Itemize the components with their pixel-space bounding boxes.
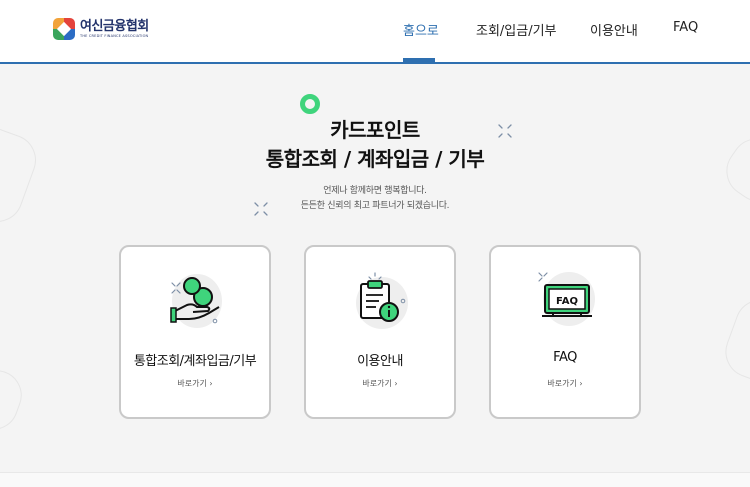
card-title: 통합조회/계좌입금/기부 [133, 354, 257, 369]
card-usage-guide[interactable]: 이용안내 바로가기 › [304, 245, 456, 419]
hero-title-line2: 통합조회 / 계좌입금 / 기부 [265, 147, 485, 171]
hero-subtitle-line1: 언제나 함께하면 행복합니다. [323, 186, 427, 196]
green-ring-icon [300, 94, 320, 114]
hero-title-line1: 카드포인트 [330, 118, 420, 142]
svg-text:FAQ: FAQ [556, 296, 578, 307]
card-shortcut-link[interactable]: 바로가기 › [306, 378, 454, 389]
background-shape-right-bottom [718, 292, 750, 388]
site-logo[interactable]: 여신금융협회 THE CREDIT FINANCE ASSOCIATION [53, 18, 149, 40]
nav-usage-guide[interactable]: 이용안내 [590, 20, 638, 39]
nav-inquiry-deposit-donation[interactable]: 조회/입금/기부 [476, 20, 557, 39]
card-inquiry-deposit-donation[interactable]: 통합조회/계좌입금/기부 바로가기 › [119, 245, 271, 419]
logo-mark-icon [53, 18, 75, 40]
card-shortcut-link[interactable]: 바로가기 › [491, 378, 639, 389]
logo-subtitle: THE CREDIT FINANCE ASSOCIATION [80, 33, 149, 38]
clipboard-info-icon [352, 271, 412, 331]
card-title: 이용안내 [357, 354, 403, 369]
footer-divider [0, 472, 750, 487]
card-faq[interactable]: FAQ FAQ 바로가기 › [489, 245, 641, 419]
nav-home[interactable]: 홈으로 [403, 20, 439, 39]
faq-board-icon: FAQ [537, 271, 597, 331]
hero-subtitle-line2: 든든한 신뢰의 최고 파트너가 되겠습니다. [300, 201, 450, 211]
nav-active-underline [403, 58, 435, 62]
logo-name: 여신금융협회 [80, 18, 149, 34]
nav-faq[interactable]: FAQ [673, 20, 698, 35]
card-title: FAQ [553, 350, 577, 365]
card-shortcut-link[interactable]: 바로가기 › [121, 378, 269, 389]
coin-hand-icon [167, 271, 227, 331]
site-header: 여신금융협회 THE CREDIT FINANCE ASSOCIATION 홈으… [0, 0, 750, 64]
background-shape-left-bottom [0, 363, 29, 437]
